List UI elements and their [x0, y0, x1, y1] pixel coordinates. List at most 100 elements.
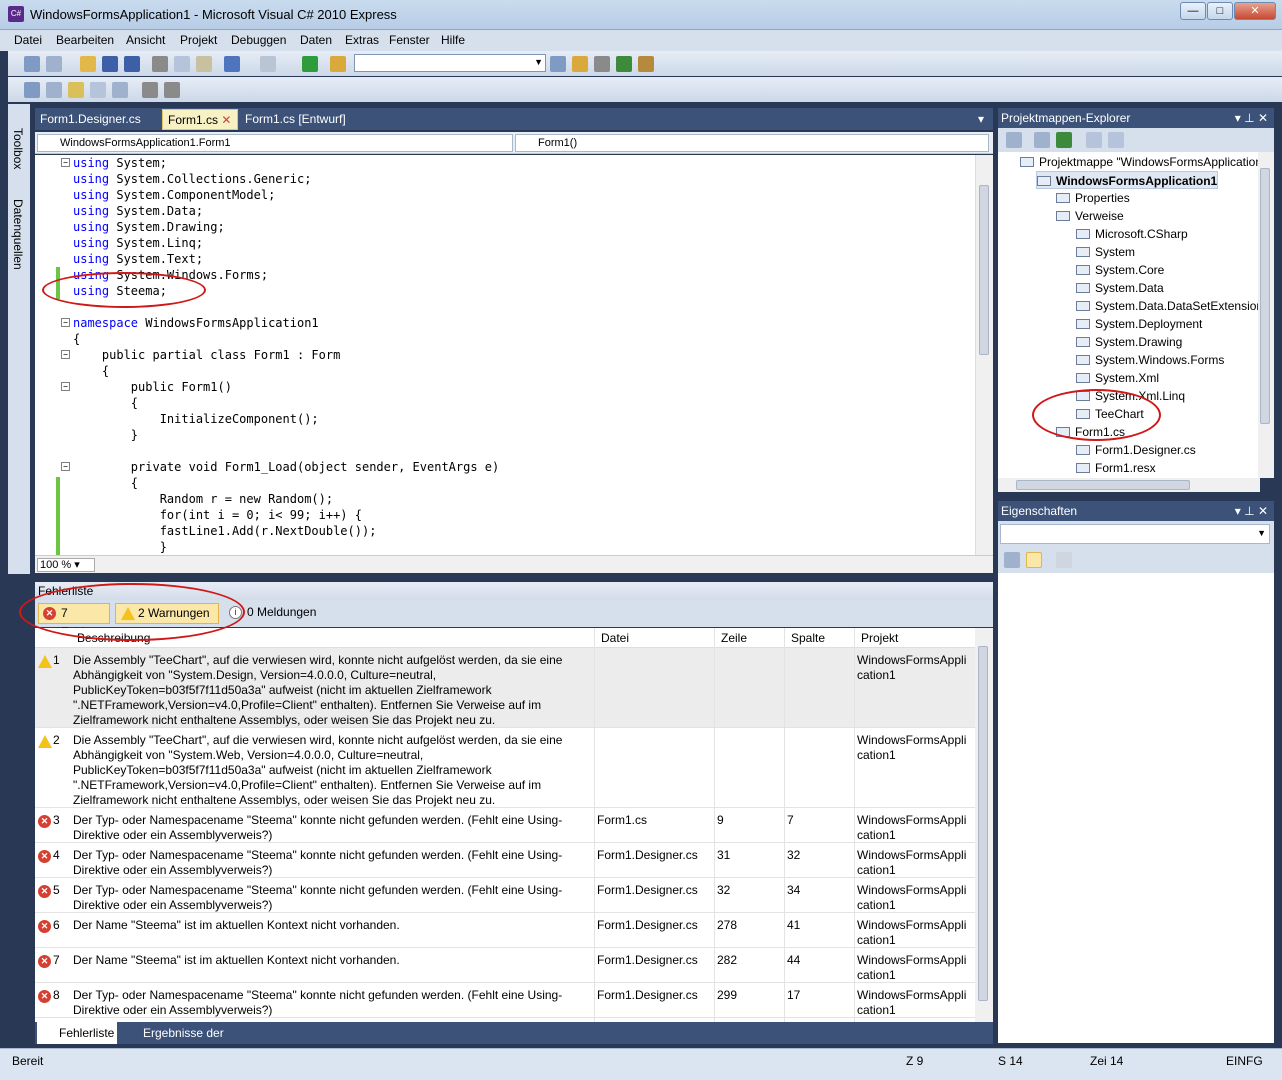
solution-tree-horizontal-scrollbar[interactable]: [998, 478, 1260, 492]
solution-config-combo[interactable]: ▼: [354, 54, 546, 72]
menu-projekt[interactable]: Projekt: [180, 33, 217, 47]
start-page-icon[interactable]: [638, 56, 654, 72]
properties-window-icon[interactable]: [594, 56, 610, 72]
categorized-icon[interactable]: [1004, 552, 1020, 568]
find-in-files-icon[interactable]: [330, 56, 346, 72]
tree-item[interactable]: System.Drawing: [1076, 333, 1182, 351]
save-all-icon[interactable]: [124, 56, 140, 72]
add-item-icon[interactable]: [46, 56, 62, 72]
tree-item[interactable]: Properties: [1056, 189, 1130, 207]
redo-icon[interactable]: [260, 56, 276, 72]
menu-datei[interactable]: Datei: [14, 33, 42, 47]
tree-item[interactable]: System: [1076, 243, 1135, 261]
datasources-tab[interactable]: Datenquellen: [11, 199, 25, 270]
tree-item[interactable]: Form1.resx: [1076, 459, 1156, 477]
column-project[interactable]: Projekt: [861, 631, 898, 645]
tree-item[interactable]: Verweise: [1056, 207, 1124, 225]
error-row[interactable]: 2 Die Assembly "TeeChart", auf die verwie…: [35, 728, 975, 808]
tree-item[interactable]: Microsoft.CSharp: [1076, 225, 1188, 243]
tab-form1-cs-designer[interactable]: Form1.cs [Entwurf]: [240, 109, 352, 130]
menu-extras[interactable]: Extras: [345, 33, 379, 47]
align-icon[interactable]: [46, 82, 62, 98]
collapse-icon[interactable]: −: [61, 462, 70, 471]
tree-item[interactable]: System.Xml: [1076, 369, 1159, 387]
layout-icon[interactable]: [24, 82, 40, 98]
object-dropdown[interactable]: ▼: [1000, 524, 1270, 544]
maximize-button[interactable]: □: [1207, 2, 1233, 20]
tree-item[interactable]: System.Windows.Forms: [1076, 351, 1224, 369]
open-folder-icon[interactable]: [80, 56, 96, 72]
menu-bearbeiten[interactable]: Bearbeiten: [56, 33, 114, 47]
pin-icon[interactable]: ▾ ⊥ ✕: [1235, 108, 1268, 128]
tree-item[interactable]: WindowsFormsApplication1: [1036, 171, 1219, 189]
error-row[interactable]: ✕ 4 Der Typ- oder Namespacename "Steema" k…: [35, 843, 975, 878]
new-project-icon[interactable]: [24, 56, 40, 72]
scroll-thumb[interactable]: [979, 185, 989, 355]
type-dropdown[interactable]: WindowsFormsApplication1.Form1: [37, 134, 513, 152]
find-icon[interactable]: [550, 56, 566, 72]
cut-icon[interactable]: [152, 56, 168, 72]
comment-icon[interactable]: [142, 82, 158, 98]
properties-icon[interactable]: [1006, 132, 1022, 148]
tab-symbol-search-results[interactable]: Ergebnisse der Symbolsuche: [121, 1022, 299, 1062]
menu-fenster[interactable]: Fenster: [389, 33, 430, 47]
indent-icon[interactable]: [112, 82, 128, 98]
error-row[interactable]: ✕ 5 Der Typ- oder Namespacename "Steema" k…: [35, 878, 975, 913]
tab-menu-icon[interactable]: ▾: [973, 109, 991, 130]
menu-ansicht[interactable]: Ansicht: [126, 33, 165, 47]
view-designer-icon[interactable]: [1108, 132, 1124, 148]
column-col[interactable]: Spalte: [791, 631, 825, 645]
scroll-thumb[interactable]: [978, 646, 988, 1001]
member-dropdown[interactable]: Form1(): [515, 134, 989, 152]
copy-icon[interactable]: [174, 56, 190, 72]
pointer-icon[interactable]: [68, 82, 84, 98]
tree-item[interactable]: System.Deployment: [1076, 315, 1202, 333]
save-icon[interactable]: [102, 56, 118, 72]
error-list-scrollbar[interactable]: [975, 628, 993, 1022]
tree-item[interactable]: System.Data: [1076, 279, 1164, 297]
text-icon[interactable]: [90, 82, 106, 98]
uncomment-icon[interactable]: [164, 82, 180, 98]
collapse-icon[interactable]: −: [61, 382, 70, 391]
tab-form1-designer-cs[interactable]: Form1.Designer.cs: [35, 109, 159, 130]
tree-item[interactable]: System.Data.DataSetExtensions: [1076, 297, 1269, 315]
error-row[interactable]: ✕ 3 Der Typ- oder Namespacename "Steema" k…: [35, 808, 975, 843]
menu-hilfe[interactable]: Hilfe: [441, 33, 465, 47]
menu-debuggen[interactable]: Debuggen: [231, 33, 286, 47]
zoom-dropdown[interactable]: 100 % ▾: [37, 558, 95, 572]
start-debugging-icon[interactable]: [302, 56, 318, 72]
collapse-icon[interactable]: −: [61, 318, 70, 327]
pin-icon[interactable]: ▾ ⊥ ✕: [1235, 501, 1268, 521]
scroll-thumb[interactable]: [1016, 480, 1190, 490]
tree-item[interactable]: Projektmappe "WindowsFormsApplication1": [1020, 153, 1273, 171]
error-row[interactable]: ✕ 8 Der Typ- oder Namespacename "Steema" k…: [35, 983, 975, 1018]
collapse-icon[interactable]: −: [61, 350, 70, 359]
close-button[interactable]: ✕: [1234, 2, 1276, 20]
scroll-thumb[interactable]: [1260, 168, 1270, 424]
alphabetical-icon[interactable]: [1026, 552, 1042, 568]
code-editor[interactable]: − − − − − using System; using System.Coll…: [35, 155, 975, 555]
tree-item[interactable]: System.Core: [1076, 261, 1164, 279]
solution-explorer-icon[interactable]: [572, 56, 588, 72]
collapse-icon[interactable]: −: [61, 158, 70, 167]
tab-form1-cs[interactable]: Form1.cs ✕: [162, 109, 238, 130]
toolbox-tab[interactable]: Toolbox: [11, 128, 25, 169]
editor-vertical-scrollbar[interactable]: [975, 155, 993, 555]
tree-item[interactable]: Form1.Designer.cs: [1076, 441, 1196, 459]
undo-icon[interactable]: [224, 56, 240, 72]
minimize-button[interactable]: —: [1180, 2, 1206, 20]
property-pages-icon[interactable]: [1056, 552, 1072, 568]
view-code-icon[interactable]: [1086, 132, 1102, 148]
close-icon[interactable]: ✕: [221, 113, 231, 127]
column-file[interactable]: Datei: [601, 631, 629, 645]
error-row[interactable]: 1 Die Assembly "TeeChart", auf die verwie…: [35, 648, 975, 728]
refresh-icon[interactable]: [1056, 132, 1072, 148]
paste-icon[interactable]: [196, 56, 212, 72]
solution-tree-vertical-scrollbar[interactable]: [1258, 152, 1274, 478]
show-all-files-icon[interactable]: [1034, 132, 1050, 148]
error-row[interactable]: ✕ 6 Der Name "Steema" ist im aktuellen Kon…: [35, 913, 975, 948]
tab-error-list[interactable]: Fehlerliste: [37, 1022, 117, 1044]
toolbox-icon[interactable]: [616, 56, 632, 72]
error-row[interactable]: ✕ 7 Der Name "Steema" ist im aktuellen Kon…: [35, 948, 975, 983]
column-line[interactable]: Zeile: [721, 631, 747, 645]
